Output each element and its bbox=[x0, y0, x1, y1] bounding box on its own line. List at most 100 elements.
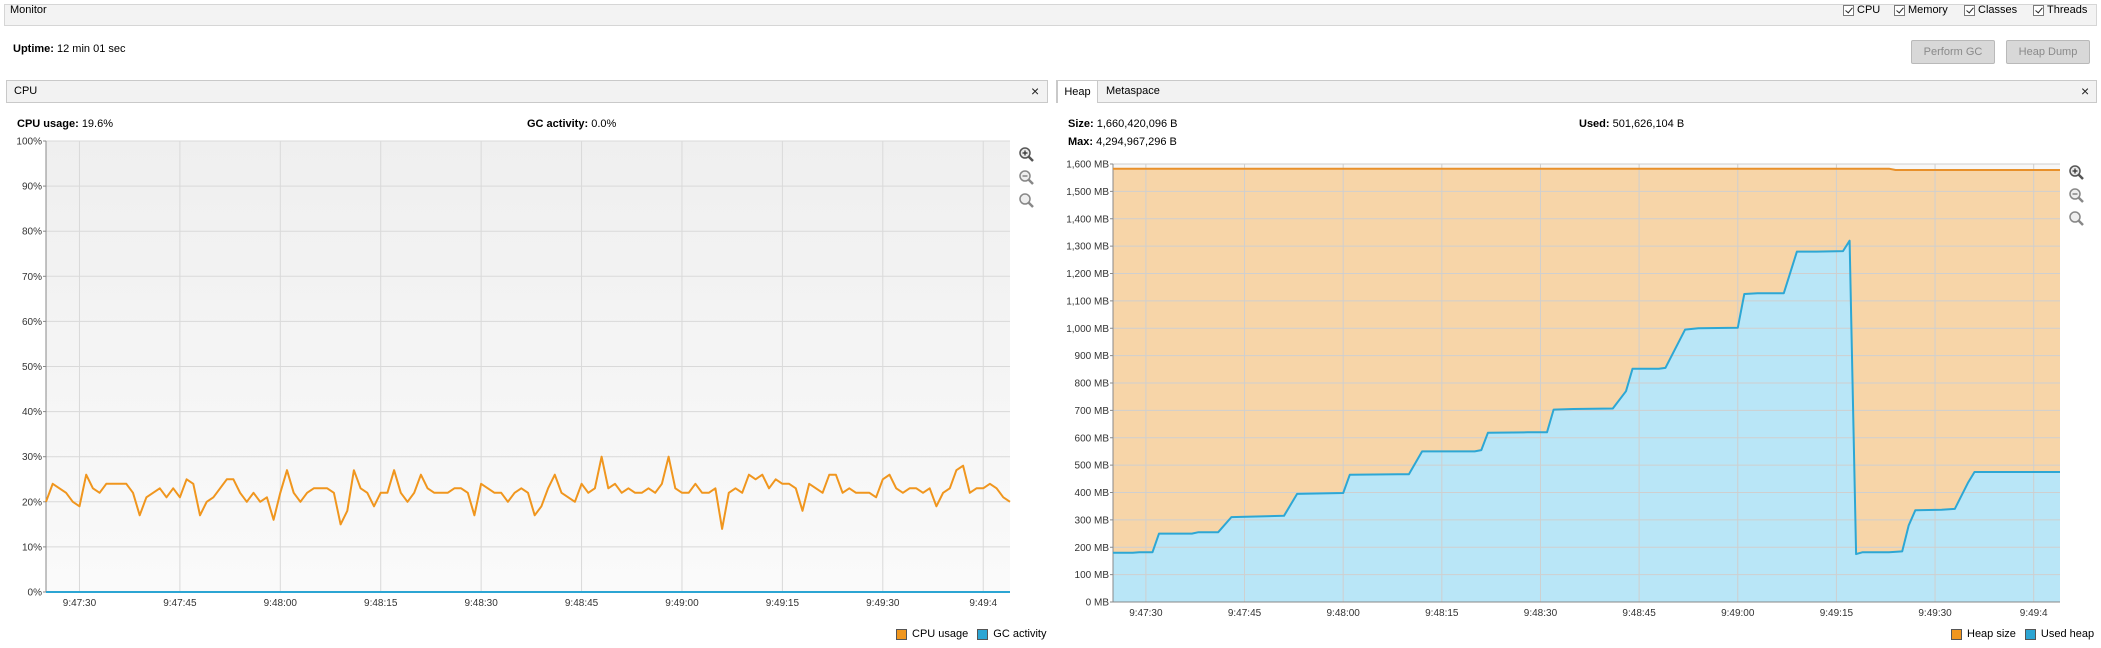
y-tick-label: 60% bbox=[22, 317, 42, 328]
checkbox-label: Threads bbox=[2047, 4, 2088, 16]
cpu-usage-stat: CPU usage: 19.6% bbox=[17, 118, 113, 130]
heap-used-stat: Used: 501,626,104 B bbox=[1579, 118, 1684, 130]
heap-chart-legend: Heap size Used heap bbox=[1951, 628, 2094, 640]
y-tick-label: 1,500 MB bbox=[1066, 187, 1109, 198]
x-tick-label: 9:49:15 bbox=[1820, 608, 1854, 619]
legend-cpu-usage: CPU usage bbox=[912, 628, 969, 640]
gc-activity-value: 0.0% bbox=[591, 118, 617, 130]
gc-activity-swatch bbox=[977, 628, 989, 640]
y-tick-label: 800 MB bbox=[1075, 379, 1110, 390]
x-tick-label: 9:49:4 bbox=[969, 598, 997, 609]
close-cpu-panel-icon[interactable]: × bbox=[1031, 83, 1039, 99]
y-tick-label: 10% bbox=[22, 542, 42, 553]
zoom-fit-icon[interactable] bbox=[1018, 192, 1036, 210]
threads-checkbox[interactable]: Threads bbox=[2033, 4, 2087, 16]
cpu-panel-title: CPU bbox=[14, 85, 38, 97]
uptime-display: Uptime: 12 min 01 sec bbox=[13, 43, 126, 55]
x-tick-label: 9:49:4 bbox=[2020, 608, 2048, 619]
monitor-header-bar bbox=[4, 4, 2097, 26]
y-tick-label: 1,000 MB bbox=[1066, 324, 1109, 335]
zoom-in-icon[interactable] bbox=[2068, 164, 2086, 182]
x-tick-label: 9:49:30 bbox=[1918, 608, 1952, 619]
x-tick-label: 9:48:15 bbox=[364, 598, 398, 609]
gc-activity-label: GC activity: bbox=[527, 118, 589, 130]
cpu-checkbox[interactable]: CPU bbox=[1843, 4, 1880, 16]
y-tick-label: 400 MB bbox=[1075, 488, 1110, 499]
zoom-fit-icon[interactable] bbox=[2068, 210, 2086, 228]
heap-dump-button[interactable]: Heap Dump bbox=[2006, 40, 2090, 64]
x-tick-label: 9:49:30 bbox=[866, 598, 900, 609]
y-tick-label: 200 MB bbox=[1075, 543, 1110, 554]
heap-size-label: Size: bbox=[1068, 118, 1094, 130]
y-tick-label: 700 MB bbox=[1075, 406, 1110, 417]
classes-checkbox[interactable]: Classes bbox=[1964, 4, 2017, 16]
checkbox-checked-icon bbox=[1964, 4, 1975, 16]
cpu-usage-value: 19.6% bbox=[81, 118, 114, 130]
checkbox-checked-icon bbox=[1843, 4, 1854, 16]
zoom-in-icon[interactable] bbox=[1018, 146, 1036, 164]
used-heap-swatch bbox=[2024, 628, 2036, 640]
x-tick-label: 9:49:00 bbox=[1721, 608, 1755, 619]
cpu-usage-label: CPU usage: bbox=[17, 118, 79, 130]
heap-used-value: 501,626,104 B bbox=[1612, 118, 1685, 130]
perform-gc-button[interactable]: Perform GC bbox=[1911, 40, 1995, 64]
heap-max-stat: Max: 4,294,967,296 B bbox=[1068, 136, 1177, 148]
checkbox-label: CPU bbox=[1857, 4, 1881, 16]
y-tick-label: 20% bbox=[22, 497, 42, 508]
heap-used-label: Used: bbox=[1579, 118, 1610, 130]
x-tick-label: 9:47:45 bbox=[1228, 608, 1262, 619]
zoom-out-icon[interactable] bbox=[2068, 187, 2086, 205]
y-tick-label: 80% bbox=[22, 227, 42, 238]
x-tick-label: 9:48:00 bbox=[1326, 608, 1360, 619]
y-tick-label: 1,300 MB bbox=[1066, 242, 1109, 253]
y-tick-label: 90% bbox=[22, 182, 42, 193]
memory-checkbox[interactable]: Memory bbox=[1894, 4, 1948, 16]
y-tick-label: 500 MB bbox=[1075, 461, 1110, 472]
zoom-out-icon[interactable] bbox=[1018, 169, 1036, 187]
heap-chart: 0 MB 100 MB 200 MB 300 MB 400 MB 500 MB 600 MB… bbox=[1066, 160, 2060, 619]
y-tick-label: 1,100 MB bbox=[1066, 296, 1109, 307]
y-tick-label: 1,600 MB bbox=[1066, 160, 1109, 171]
checkbox-checked-icon bbox=[1894, 4, 1905, 16]
x-tick-label: 9:48:30 bbox=[464, 598, 498, 609]
y-tick-label: 100 MB bbox=[1075, 570, 1110, 581]
x-tick-label: 9:48:45 bbox=[565, 598, 599, 609]
x-tick-label: 9:47:45 bbox=[163, 598, 197, 609]
y-tick-label: 40% bbox=[22, 407, 42, 418]
close-heap-panel-icon[interactable]: × bbox=[2081, 83, 2089, 99]
y-tick-label: 50% bbox=[22, 362, 42, 373]
y-tick-label: 70% bbox=[22, 272, 42, 283]
x-tick-label: 9:47:30 bbox=[63, 598, 97, 609]
tab-metaspace[interactable]: Metaspace bbox=[1099, 80, 1167, 103]
x-tick-label: 9:49:00 bbox=[665, 598, 699, 609]
x-tick-label: 9:49:15 bbox=[766, 598, 800, 609]
checkbox-checked-icon bbox=[2033, 4, 2044, 16]
cpu-usage-swatch bbox=[896, 628, 907, 640]
y-tick-label: 900 MB bbox=[1075, 351, 1110, 362]
y-tick-label: 0 MB bbox=[1086, 598, 1110, 609]
uptime-label: Uptime: bbox=[13, 43, 54, 55]
legend-gc-activity: GC activity bbox=[993, 628, 1047, 640]
checkbox-label: Memory bbox=[1908, 4, 1948, 16]
y-tick-label: 0% bbox=[28, 588, 43, 599]
legend-used-heap: Used heap bbox=[2040, 628, 2095, 640]
heap-max-value: 4,294,967,296 B bbox=[1096, 136, 1177, 148]
heap-size-value: 1,660,420,096 B bbox=[1096, 118, 1178, 130]
gc-activity-stat: GC activity: 0.0% bbox=[527, 118, 616, 130]
heap-max-label: Max: bbox=[1068, 136, 1094, 148]
legend-heap-size: Heap size bbox=[1967, 628, 2016, 640]
cpu-chart-legend: CPU usage GC activity bbox=[896, 628, 1046, 640]
x-tick-label: 9:48:00 bbox=[264, 598, 298, 609]
y-tick-label: 600 MB bbox=[1075, 433, 1110, 444]
cpu-panel-header bbox=[6, 80, 1048, 103]
x-tick-label: 9:47:30 bbox=[1129, 608, 1163, 619]
heap-panel-header bbox=[1056, 80, 2097, 103]
y-tick-label: 300 MB bbox=[1075, 515, 1110, 526]
x-tick-label: 9:48:30 bbox=[1524, 608, 1558, 619]
heap-size-stat: Size: 1,660,420,096 B bbox=[1068, 118, 1178, 130]
y-tick-label: 100% bbox=[16, 137, 42, 148]
x-tick-label: 9:48:45 bbox=[1622, 608, 1656, 619]
y-tick-label: 1,200 MB bbox=[1066, 269, 1109, 280]
monitor-title: Monitor bbox=[10, 4, 47, 16]
tab-heap[interactable]: Heap bbox=[1057, 80, 1098, 103]
